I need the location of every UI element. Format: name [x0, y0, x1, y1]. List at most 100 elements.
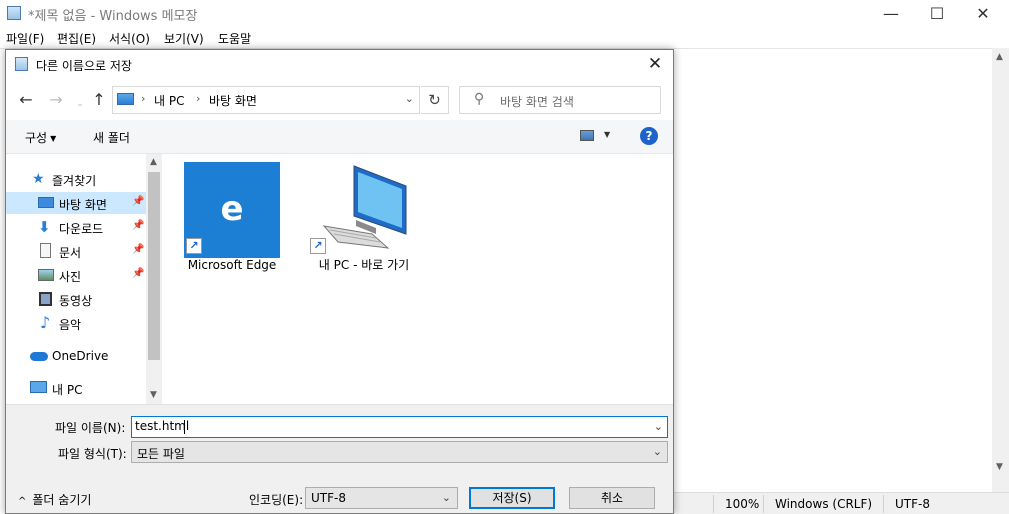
recent-locations-chevron-icon[interactable]: ⌄	[70, 94, 90, 114]
nav-this-pc[interactable]: 내 PC	[6, 377, 146, 399]
minimize-button[interactable]: —	[868, 0, 914, 28]
monitor-icon	[117, 93, 134, 105]
new-folder-button[interactable]: 새 폴더	[93, 129, 130, 146]
file-item[interactable]: e ↗ Microsoft Edge	[162, 154, 302, 284]
scroll-up-icon[interactable]: ▲	[150, 157, 157, 167]
chevron-down-icon[interactable]: ⌄	[654, 420, 663, 433]
caret-down-icon: ▼	[50, 134, 57, 143]
chevron-down-icon[interactable]: ⌄	[653, 445, 662, 458]
notepad-icon	[7, 6, 21, 20]
scroll-down-icon[interactable]: ▼	[996, 462, 1003, 472]
scrollbar-thumb[interactable]	[148, 172, 160, 360]
filename-input[interactable]: test.html ⌄	[131, 416, 668, 438]
close-window-button[interactable]: ✕	[960, 0, 1006, 28]
notepad-titlebar: *제목 없음 - Windows 메모장 — ☐ ✕	[0, 0, 1009, 28]
nav-item-documents[interactable]: 문서 📌	[6, 240, 146, 262]
search-icon: ⚲	[474, 91, 485, 107]
forward-arrow-icon[interactable]: →	[46, 90, 66, 110]
chevron-down-icon[interactable]: ⌄	[405, 92, 414, 105]
computer-icon	[322, 165, 407, 249]
address-bar[interactable]: › 내 PC › 바탕 화면 ⌄	[112, 86, 420, 114]
dialog-footer: 파일 이름(N): test.html ⌄ 파일 형식(T): 모든 파일 ⌄ …	[6, 404, 673, 513]
notepad-scrollbar[interactable]: ▲ ▼	[992, 48, 1009, 492]
nav-item-downloads[interactable]: ⬇ 다운로드 📌	[6, 216, 146, 238]
encoding-label: 인코딩(E):	[249, 493, 304, 507]
pin-icon[interactable]: 📌	[132, 220, 144, 231]
help-icon[interactable]: ?	[640, 127, 658, 145]
file-item[interactable]: ↗ 내 PC - 바로 가기	[302, 154, 422, 284]
dialog-titlebar: 다른 이름으로 저장 ✕	[6, 50, 673, 80]
menu-view[interactable]: 보기(V)	[164, 30, 204, 47]
breadcrumb-this-pc[interactable]: 내 PC	[154, 92, 184, 109]
filename-label: 파일 이름(N):	[55, 421, 126, 435]
desktop-icon	[38, 197, 54, 208]
menu-format[interactable]: 서식(O)	[109, 30, 150, 47]
dialog-toolbar: 구성 ▼ 새 폴더 ▼ ?	[6, 120, 673, 154]
shortcut-arrow-icon: ↗	[186, 238, 202, 254]
filename-value: test.html	[135, 419, 190, 433]
menu-file[interactable]: 파일(F)	[6, 30, 44, 47]
nav-label: 즐겨찾기	[52, 174, 97, 188]
back-arrow-icon[interactable]: ←	[16, 90, 36, 110]
view-options-icon[interactable]	[580, 130, 594, 141]
notepad-menubar: 파일(F) 편집(E) 서식(O) 보기(V) 도움말	[0, 28, 1009, 49]
dialog-close-button[interactable]: ✕	[643, 53, 667, 75]
chevron-up-icon: ^	[18, 496, 27, 507]
breadcrumb-separator[interactable]: ›	[196, 92, 200, 105]
nav-pane-scrollbar[interactable]: ▲ ▼	[146, 154, 162, 404]
caret-down-icon[interactable]: ▼	[604, 130, 610, 139]
pin-icon[interactable]: 📌	[132, 196, 144, 207]
menu-help[interactable]: 도움말	[218, 30, 251, 47]
hide-folders-toggle[interactable]: ^ 폴더 숨기기	[18, 491, 91, 508]
file-label: Microsoft Edge	[187, 258, 277, 272]
breadcrumb-desktop[interactable]: 바탕 화면	[209, 92, 257, 109]
scroll-up-icon[interactable]: ▲	[996, 52, 1003, 62]
nav-item-videos[interactable]: 동영상	[6, 288, 146, 310]
text-caret	[184, 420, 185, 434]
scroll-down-icon[interactable]: ▼	[150, 390, 157, 400]
up-arrow-icon[interactable]: ↑	[89, 90, 109, 110]
cloud-icon	[30, 352, 48, 361]
maximize-button[interactable]: ☐	[914, 0, 960, 28]
save-as-dialog: 다른 이름으로 저장 ✕ ← → ⌄ ↑ › 내 PC › 바탕 화면 ⌄ ↻ …	[5, 49, 674, 514]
nav-label: OneDrive	[52, 349, 109, 363]
nav-onedrive[interactable]: OneDrive	[6, 345, 146, 367]
file-label: 내 PC - 바로 가기	[318, 258, 410, 272]
chevron-down-icon[interactable]: ⌄	[442, 491, 451, 504]
status-encoding: UTF-8	[895, 497, 930, 511]
organize-button[interactable]: 구성 ▼	[25, 129, 56, 146]
filetype-value: 모든 파일	[137, 447, 185, 461]
encoding-select[interactable]: UTF-8 ⌄	[305, 487, 458, 509]
search-placeholder: 바탕 화면 검색	[500, 95, 574, 109]
refresh-icon[interactable]: ↻	[421, 86, 449, 114]
nav-label: 문서	[59, 246, 82, 260]
nav-item-desktop[interactable]: 바탕 화면 📌	[6, 192, 146, 214]
status-zoom: 100%	[725, 497, 760, 511]
nav-quick-access[interactable]: ★ 즐겨찾기	[6, 168, 146, 190]
nav-item-pictures[interactable]: 사진 📌	[6, 264, 146, 286]
organize-label: 구성	[25, 131, 48, 145]
menu-edit[interactable]: 편집(E)	[57, 30, 96, 47]
shortcut-arrow-icon: ↗	[310, 238, 326, 254]
notepad-title: *제목 없음 - Windows 메모장	[28, 9, 198, 24]
nav-label: 동영상	[59, 294, 93, 308]
dialog-navbar: ← → ⌄ ↑ › 내 PC › 바탕 화면 ⌄ ↻ ⚲ 바탕 화면 검색	[6, 80, 673, 120]
document-icon	[40, 243, 51, 258]
nav-label: 사진	[59, 270, 82, 284]
breadcrumb-separator[interactable]: ›	[141, 92, 145, 105]
cancel-button[interactable]: 취소	[569, 487, 655, 509]
pin-icon[interactable]: 📌	[132, 244, 144, 255]
save-button[interactable]: 저장(S)	[469, 487, 555, 509]
hide-folders-label: 폴더 숨기기	[32, 493, 92, 507]
monitor-icon	[30, 381, 47, 393]
search-input[interactable]: ⚲ 바탕 화면 검색	[459, 86, 661, 114]
nav-item-music[interactable]: ♪ 음악	[6, 312, 146, 334]
pin-icon[interactable]: 📌	[132, 268, 144, 279]
notepad-statusbar: 100% Windows (CRLF) UTF-8	[674, 492, 1009, 514]
filetype-select[interactable]: 모든 파일 ⌄	[131, 441, 668, 463]
video-film-icon	[39, 292, 52, 306]
dialog-title: 다른 이름으로 저장	[36, 59, 132, 73]
pictures-icon	[38, 269, 54, 281]
star-icon: ★	[32, 171, 45, 187]
file-list: e ↗ Microsoft Edge ↗ 내 PC - 바로 가기	[162, 154, 673, 404]
